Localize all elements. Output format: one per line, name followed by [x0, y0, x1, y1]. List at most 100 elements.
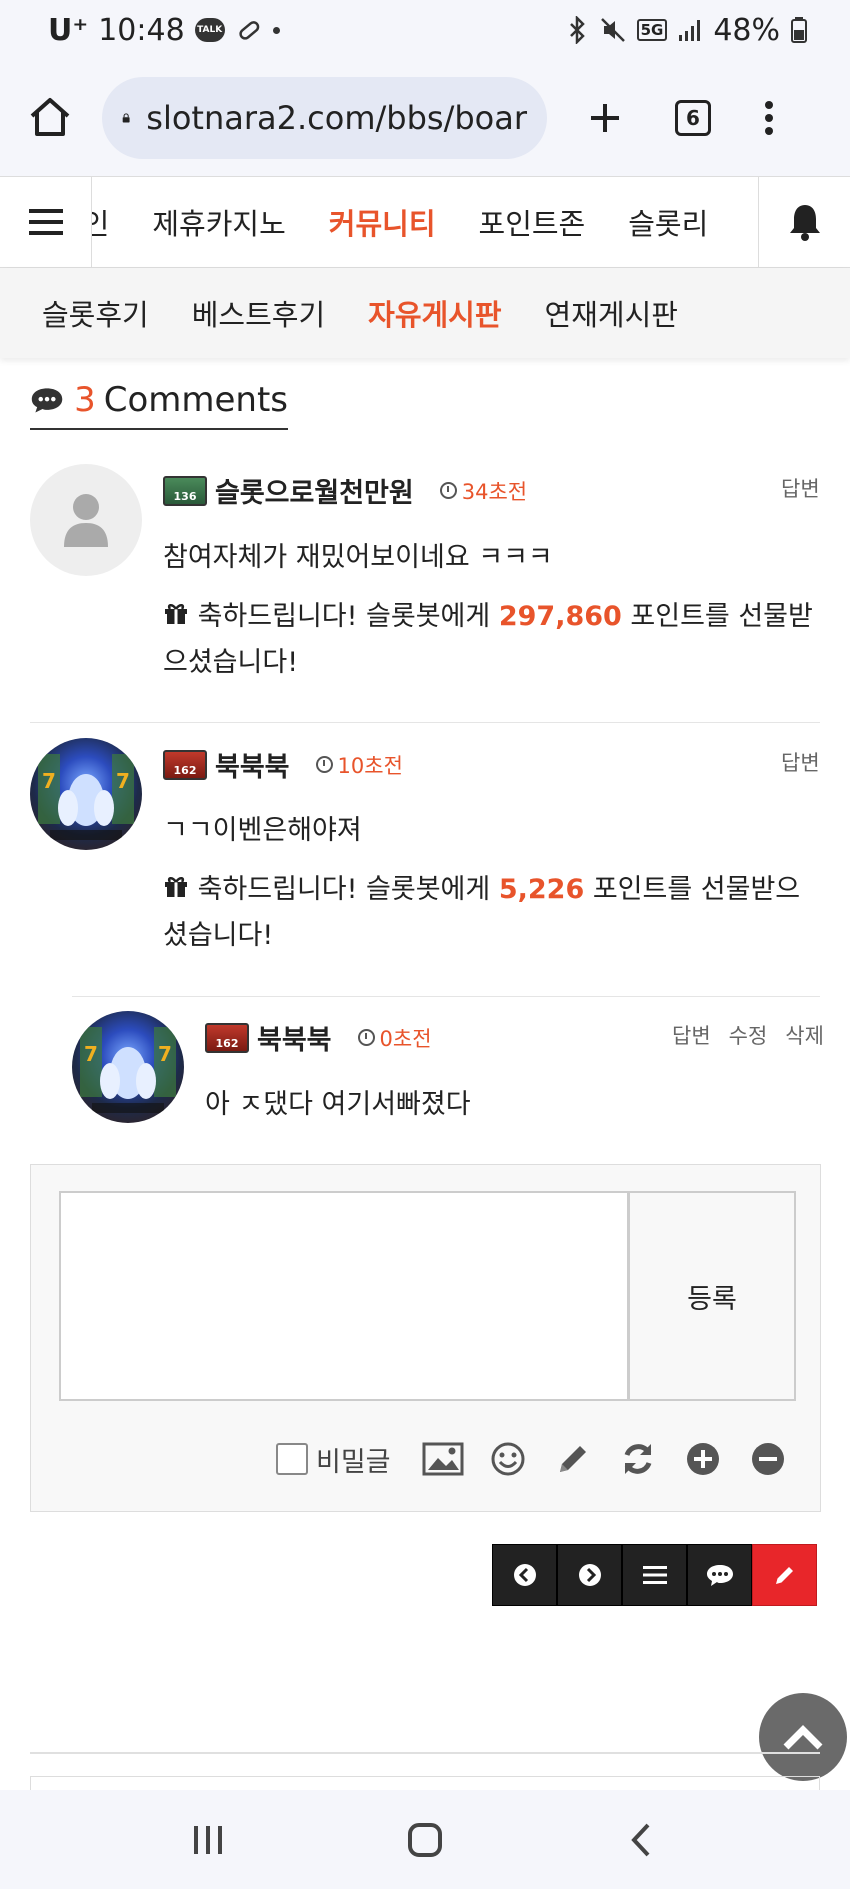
scroll-to-top-button[interactable]	[759, 1693, 847, 1781]
comment-divider	[72, 996, 820, 997]
nav-item-partner-casino[interactable]: 제휴카지노	[152, 201, 285, 243]
comments-count: 3	[74, 380, 96, 420]
clock-icon	[439, 482, 457, 499]
subnav-serial-board[interactable]: 연재게시판	[545, 292, 678, 334]
pencil-icon	[559, 1446, 586, 1472]
url-text: slotnara2.com/bbs/boar	[146, 99, 527, 137]
home-button-icon[interactable]	[405, 1820, 445, 1860]
pencil-icon	[775, 1567, 793, 1584]
subnav-slot-review[interactable]: 슬롯후기	[42, 292, 149, 334]
level-badge: 162	[163, 749, 207, 780]
subnav-free-board[interactable]: 자유게시판	[368, 292, 501, 334]
comment-meta: 136 슬롯으로월천만원 34초전	[163, 471, 527, 510]
nav-item-slot[interactable]: 슬롯리	[628, 201, 708, 243]
list-icon	[642, 1566, 667, 1584]
tab-switcher-button[interactable]: 6	[675, 100, 711, 136]
write-post-button[interactable]	[752, 1544, 817, 1606]
comment-author[interactable]: 북북북	[215, 745, 290, 784]
next-post-button[interactable]	[557, 1544, 622, 1606]
signal-icon	[679, 20, 701, 41]
smile-icon	[491, 1442, 525, 1476]
plus-circle-icon	[686, 1443, 719, 1475]
comment-author[interactable]: 북북북	[257, 1018, 332, 1057]
nav-item-community[interactable]: 커뮤니티	[329, 201, 436, 243]
gift-notice: 축하드립니다! 슬롯봇에게 5,226 포인트를 선물받으셨습니다!	[163, 867, 823, 959]
back-icon[interactable]	[622, 1820, 662, 1860]
page: U⁺ 10:48 TALK 5G 48% slotnara2.com/bbs/b…	[0, 0, 850, 1889]
gift-points: 297,860	[498, 601, 622, 632]
new-tab-icon[interactable]	[575, 88, 635, 148]
gift-text-prefix: 축하드립니다! 슬롯봇에게	[197, 874, 499, 905]
address-bar[interactable]: slotnara2.com/bbs/boar	[102, 77, 547, 159]
status-bar: U⁺ 10:48 TALK 5G 48%	[0, 0, 850, 60]
submit-comment-button[interactable]: 등록	[628, 1191, 796, 1401]
system-nav-bar	[0, 1790, 850, 1889]
comment-author[interactable]: 슬롯으로월천만원	[215, 471, 414, 510]
clock-icon	[315, 756, 333, 773]
comment-divider	[30, 722, 820, 723]
comment-textarea[interactable]	[59, 1191, 629, 1401]
tab-count: 6	[675, 100, 711, 136]
comment-time-text: 34초전	[461, 479, 528, 504]
mute-icon	[600, 18, 625, 42]
comment-form: 등록 비밀글	[30, 1164, 821, 1512]
main-nav: 메인 제휴카지노 커뮤니티 포인트존 슬롯리	[0, 176, 850, 268]
notification-dot	[272, 26, 280, 34]
footer-box	[30, 1776, 820, 1790]
bluetooth-icon	[569, 16, 585, 44]
avatar	[30, 464, 142, 576]
comment-actions: 답변 수정 삭제	[672, 1020, 824, 1050]
refresh-button[interactable]	[616, 1437, 660, 1481]
nav-item-main[interactable]: 메인	[92, 201, 109, 243]
image-upload-button[interactable]	[421, 1437, 465, 1481]
svg-text:7: 7	[116, 769, 130, 793]
edit-button[interactable]: 수정	[729, 1020, 768, 1050]
home-icon[interactable]	[20, 88, 80, 148]
talk-notification-icon: TALK	[194, 18, 225, 42]
gift-icon	[165, 604, 187, 624]
menu-icon	[28, 209, 63, 235]
reply-button[interactable]: 답변	[781, 747, 820, 777]
comment-text: 참여자체가 재밌어보이네요 ㅋㅋㅋ	[163, 542, 553, 573]
comment-text: ㄱㄱ이벤은해야져	[163, 815, 362, 846]
lock-icon	[122, 113, 130, 123]
comment-time: 10초전	[315, 750, 403, 780]
image-icon	[422, 1442, 464, 1476]
more-menu-icon[interactable]	[749, 88, 789, 148]
comment-time-text: 0초전	[379, 1026, 432, 1051]
svg-text:7: 7	[158, 1042, 172, 1066]
gift-points: 5,226	[498, 874, 585, 905]
svg-text:7: 7	[42, 769, 56, 793]
gift-icon	[165, 877, 187, 897]
reply-button[interactable]: 답변	[781, 473, 820, 503]
emoji-button[interactable]	[486, 1437, 530, 1481]
expand-button[interactable]	[681, 1437, 725, 1481]
battery-percent: 48%	[713, 12, 780, 48]
comment-meta: 162 북북북 0초전	[205, 1018, 432, 1057]
clock-icon	[357, 1029, 375, 1046]
recent-apps-icon[interactable]	[188, 1822, 228, 1858]
hamburger-menu-button[interactable]	[0, 176, 92, 268]
comment-time: 34초전	[439, 476, 528, 506]
delete-button[interactable]: 삭제	[785, 1020, 824, 1050]
sub-nav: 슬롯후기 베스트후기 자유게시판 연재게시판	[0, 268, 850, 358]
user-icon	[64, 494, 108, 547]
comments-header: 3 Comments	[30, 372, 288, 430]
reply-button[interactable]: 답변	[672, 1020, 711, 1050]
subnav-best-review[interactable]: 베스트후기	[192, 292, 325, 334]
nav-item-point-zone[interactable]: 포인트존	[479, 201, 586, 243]
prev-post-button[interactable]	[492, 1544, 557, 1606]
list-button[interactable]	[622, 1544, 687, 1606]
comment-button[interactable]	[687, 1544, 752, 1606]
comment-actions: 답변	[781, 473, 820, 503]
avatar: 77	[30, 738, 142, 850]
refresh-icon	[624, 1444, 651, 1474]
notification-button[interactable]	[758, 176, 850, 268]
main-nav-items: 메인 제휴카지노 커뮤니티 포인트존 슬롯리	[92, 177, 758, 267]
shrink-button[interactable]	[746, 1437, 790, 1481]
comment-text: 아 ㅈ댔다 여기서빠졌다	[205, 1089, 471, 1120]
chevron-up-icon	[783, 1725, 823, 1750]
secret-checkbox[interactable]	[276, 1443, 308, 1475]
gift-notice: 축하드립니다! 슬롯봇에게 297,860 포인트를 선물받으셨습니다!	[163, 594, 823, 686]
edit-tool-button[interactable]	[551, 1437, 595, 1481]
